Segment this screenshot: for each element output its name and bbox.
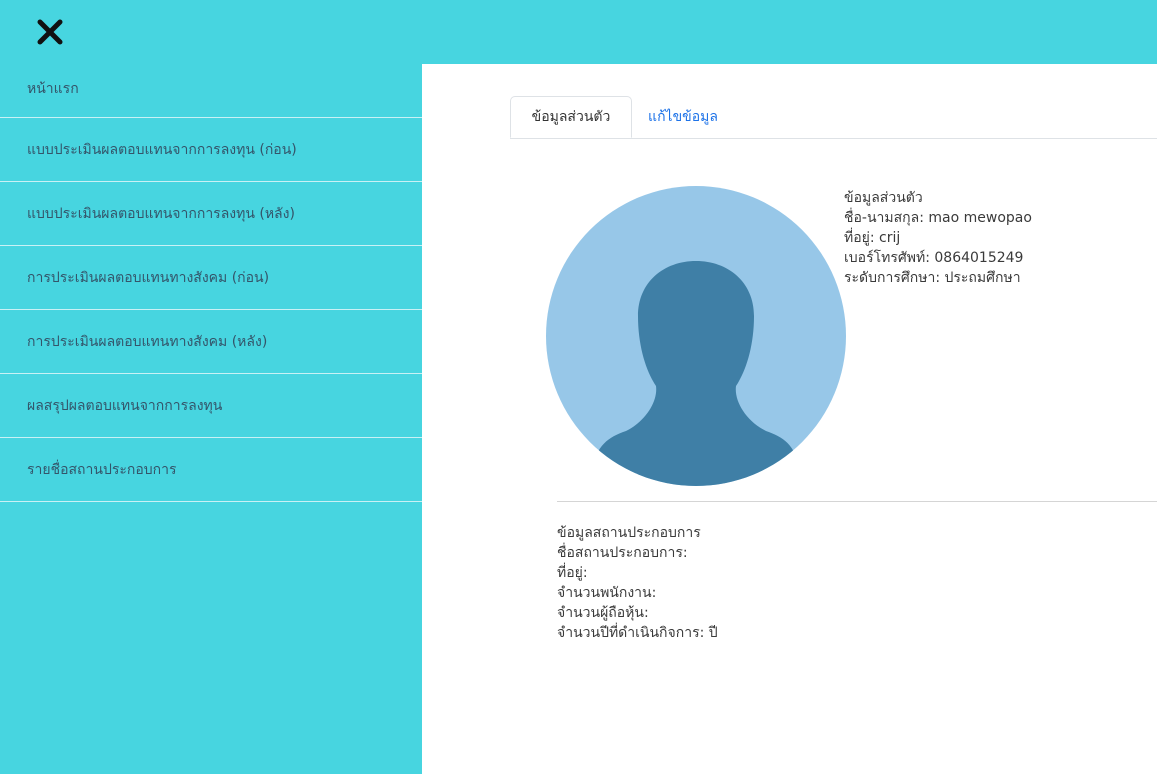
sidebar-item-label: การประเมินผลตอบแทนทางสังคม (หลัง) (27, 333, 268, 350)
personal-phone: เบอร์โทรศัพท์: 0864015249 (844, 250, 1024, 266)
personal-education: ระดับการศึกษา: ประถมศึกษา (844, 270, 1021, 286)
tab-personal-info[interactable]: ข้อมูลส่วนตัว (510, 96, 632, 138)
sidebar-item-investment-after[interactable]: แบบประเมินผลตอบแทนจากการลงทุน (หลัง) (0, 182, 422, 246)
main-content: ข้อมูลส่วนตัว แก้ไขข้อมูล ข้อมูลส่วนตัว … (422, 64, 1157, 774)
sidebar-item-investment-before[interactable]: แบบประเมินผลตอบแทนจากการลงทุน (ก่อน) (0, 118, 422, 182)
sidebar-item-label: รายชื่อสถานประกอบการ (27, 461, 177, 478)
section-divider (557, 501, 1157, 502)
business-employees: จำนวนพนักงาน: (557, 585, 657, 601)
sidebar: หน้าแรก แบบประเมินผลตอบแทนจากการลงทุน (ก… (0, 64, 422, 774)
sidebar-item-label: ผลสรุปผลตอบแทนจากการลงทุน (27, 397, 223, 414)
sidebar-item-social-after[interactable]: การประเมินผลตอบแทนทางสังคม (หลัง) (0, 310, 422, 374)
sidebar-item-home[interactable]: หน้าแรก (0, 64, 422, 118)
business-shareholders: จำนวนผู้ถือหุ้น: (557, 605, 649, 621)
personal-heading: ข้อมูลส่วนตัว (844, 190, 923, 206)
tab-bar: ข้อมูลส่วนตัว แก้ไขข้อมูล (510, 96, 1157, 139)
sidebar-item-social-before[interactable]: การประเมินผลตอบแทนทางสังคม (ก่อน) (0, 246, 422, 310)
sidebar-item-label: หน้าแรก (27, 81, 79, 97)
sidebar-item-label: แบบประเมินผลตอบแทนจากการลงทุน (หลัง) (27, 205, 295, 222)
personal-info: ข้อมูลส่วนตัว ชื่อ-นามสกุล: mao mewopao … (844, 188, 1032, 288)
sidebar-item-label: แบบประเมินผลตอบแทนจากการลงทุน (ก่อน) (27, 141, 297, 158)
avatar (546, 186, 846, 486)
personal-address: ที่อยู่: crij (844, 230, 901, 246)
personal-name: ชื่อ-นามสกุล: mao mewopao (844, 210, 1032, 226)
sidebar-item-summary[interactable]: ผลสรุปผลตอบแทนจากการลงทุน (0, 374, 422, 438)
business-info: ข้อมูลสถานประกอบการ ชื่อสถานประกอบการ: ท… (557, 523, 718, 643)
top-bar (0, 0, 1157, 64)
sidebar-item-label: การประเมินผลตอบแทนทางสังคม (ก่อน) (27, 269, 270, 286)
sidebar-item-businesses[interactable]: รายชื่อสถานประกอบการ (0, 438, 422, 502)
close-icon[interactable] (30, 12, 70, 52)
business-heading: ข้อมูลสถานประกอบการ (557, 525, 701, 541)
business-name: ชื่อสถานประกอบการ: (557, 545, 688, 561)
tab-edit-info[interactable]: แก้ไขข้อมูล (638, 96, 728, 138)
business-years: จำนวนปีที่ดำเนินกิจการ: ปี (557, 625, 718, 641)
business-address: ที่อยู่: (557, 565, 588, 581)
